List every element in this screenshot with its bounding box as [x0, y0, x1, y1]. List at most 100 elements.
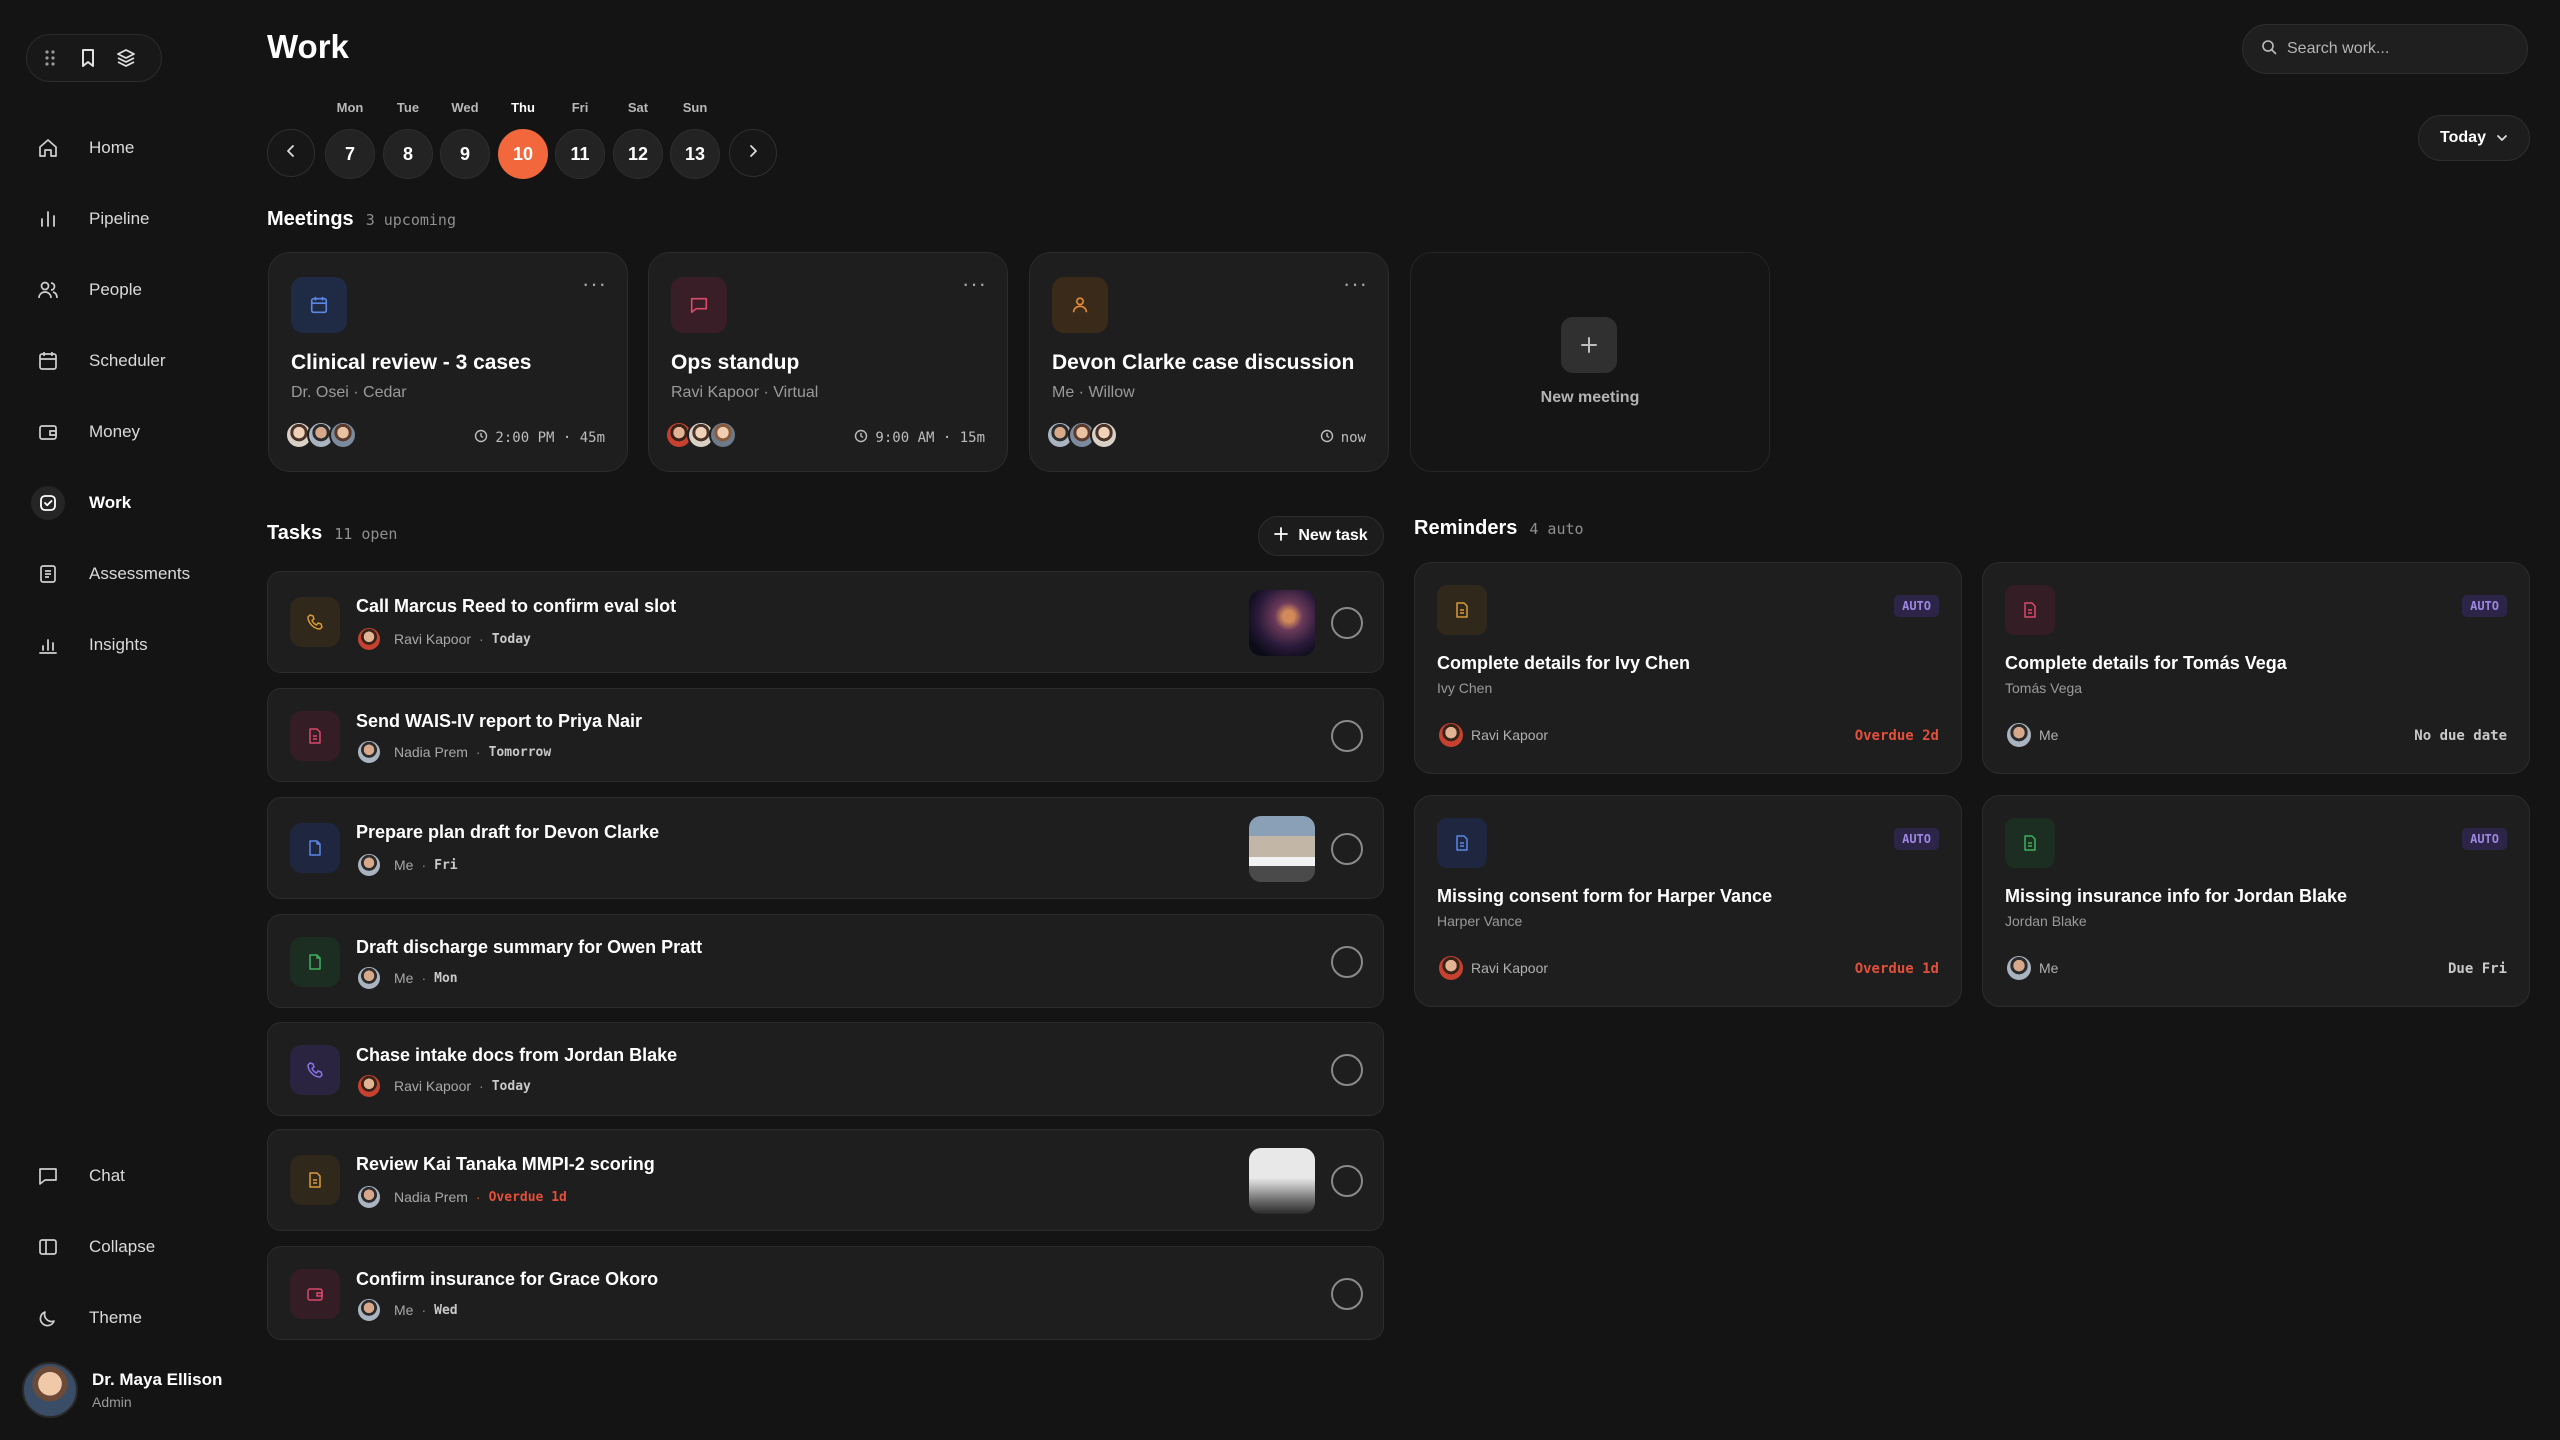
section-title: Tasks — [267, 522, 323, 544]
separator: · — [479, 1078, 484, 1094]
document-icon — [31, 557, 65, 591]
meeting-card[interactable]: ··· Devon Clarke case discussion Me · Wi… — [1029, 252, 1389, 472]
task-row[interactable]: Send WAIS-IV report to Priya Nair Nadia … — [267, 688, 1384, 782]
sidebar-item-label: Home — [89, 138, 135, 157]
sidebar-item-label: Collapse — [89, 1237, 156, 1256]
day-tue[interactable]: Tue 8 — [383, 98, 433, 179]
sidebar-item-people[interactable]: People — [22, 262, 232, 318]
task-row[interactable]: Call Marcus Reed to confirm eval slot Ra… — [267, 571, 1384, 673]
task-owner: Me — [394, 970, 414, 986]
day-label: Sun — [682, 100, 708, 115]
new-meeting-label: New meeting — [1540, 389, 1640, 406]
task-complete-checkbox[interactable] — [1331, 720, 1363, 752]
task-row[interactable]: Review Kai Tanaka MMPI-2 scoring Nadia P… — [267, 1129, 1384, 1231]
prev-week-button[interactable] — [267, 129, 315, 177]
more-options-icon[interactable]: ··· — [1343, 271, 1368, 297]
sidebar: Home Pipeline People Scheduler Money Wor… — [0, 0, 240, 1440]
document-icon — [290, 1155, 340, 1205]
meeting-card[interactable]: ··· Clinical review - 3 cases Dr. Osei ·… — [268, 252, 628, 472]
avatar — [356, 626, 382, 652]
next-week-button[interactable] — [729, 129, 777, 177]
sidebar-item-insights[interactable]: Insights — [22, 617, 232, 673]
day-wed[interactable]: Wed 9 — [440, 98, 490, 179]
sidebar-item-pipeline[interactable]: Pipeline — [22, 191, 232, 247]
day-number: 7 — [325, 129, 375, 179]
search-box[interactable] — [2242, 24, 2528, 74]
document-icon — [2005, 818, 2055, 868]
day-sun[interactable]: Sun 13 — [670, 98, 720, 179]
chevron-down-icon — [2496, 129, 2508, 147]
reminders-header: Reminders 4 auto — [1414, 517, 1584, 540]
reminder-card[interactable]: AUTO Missing insurance info for Jordan B… — [1982, 795, 2530, 1007]
more-options-icon[interactable]: ··· — [962, 271, 987, 297]
auto-badge: AUTO — [1894, 595, 1939, 617]
day-label: Sat — [627, 100, 649, 115]
new-meeting-card[interactable]: New meeting — [1410, 252, 1770, 472]
more-options-icon[interactable]: ··· — [582, 271, 607, 297]
chevron-left-icon — [286, 144, 296, 163]
sidebar-icon — [31, 1230, 65, 1264]
day-mon[interactable]: Mon 7 — [325, 98, 375, 179]
task-row[interactable]: Prepare plan draft for Devon Clarke Me ·… — [267, 797, 1384, 899]
reminder-title: Complete details for Ivy Chen — [1437, 653, 1691, 673]
new-task-button[interactable]: New task — [1258, 516, 1384, 556]
task-complete-checkbox[interactable] — [1331, 833, 1363, 865]
attendee-avatars — [665, 421, 737, 449]
avatar — [2005, 721, 2033, 749]
day-label: Tue — [396, 100, 420, 115]
search-input[interactable] — [2287, 40, 2507, 58]
task-complete-checkbox[interactable] — [1331, 1278, 1363, 1310]
reminder-owner: Me — [2005, 721, 2058, 749]
user-profile[interactable]: Dr. Maya Ellison Admin — [22, 1362, 222, 1418]
reminder-owner-name: Me — [2039, 727, 2059, 743]
day-fri[interactable]: Fri 11 — [555, 98, 605, 179]
day-sat[interactable]: Sat 12 — [613, 98, 663, 179]
reminder-card[interactable]: AUTO Missing consent form for Harper Van… — [1414, 795, 1962, 1007]
task-complete-checkbox[interactable] — [1331, 1165, 1363, 1197]
task-title: Chase intake docs from Jordan Blake — [356, 1045, 678, 1065]
layers-icon[interactable] — [111, 43, 141, 73]
task-complete-checkbox[interactable] — [1331, 946, 1363, 978]
bar-chart-icon — [31, 202, 65, 236]
separator: · — [479, 631, 484, 647]
task-complete-checkbox[interactable] — [1331, 607, 1363, 639]
task-meta: Me · Wed — [356, 1297, 458, 1323]
sidebar-item-label: Work — [89, 493, 132, 512]
sidebar-item-money[interactable]: Money — [22, 404, 232, 460]
sidebar-item-chat[interactable]: Chat — [22, 1148, 232, 1204]
people-icon — [31, 273, 65, 307]
today-dropdown[interactable]: Today — [2418, 115, 2530, 161]
reminder-subject: Tomás Vega — [2005, 680, 2083, 696]
meeting-title: Ops standup — [671, 351, 800, 374]
sidebar-item-collapse[interactable]: Collapse — [22, 1219, 232, 1275]
sidebar-toolbar — [26, 34, 162, 82]
task-due: Overdue 1d — [488, 1189, 567, 1205]
sidebar-item-work[interactable]: Work — [22, 475, 232, 531]
task-meta: Me · Mon — [356, 965, 458, 991]
separator: · — [475, 1189, 481, 1205]
avatar — [709, 421, 737, 449]
task-row[interactable]: Draft discharge summary for Owen Pratt M… — [267, 914, 1384, 1008]
section-title: Reminders — [1414, 517, 1518, 539]
document-icon — [1437, 818, 1487, 868]
task-complete-checkbox[interactable] — [1331, 1054, 1363, 1086]
reminder-card[interactable]: AUTO Complete details for Tomás Vega Tom… — [1982, 562, 2530, 774]
task-row[interactable]: Confirm insurance for Grace Okoro Me · W… — [267, 1246, 1384, 1340]
sidebar-item-scheduler[interactable]: Scheduler — [22, 333, 232, 389]
separator: · — [421, 857, 427, 873]
reminder-title: Missing insurance info for Jordan Blake — [2005, 886, 2348, 906]
chat-icon — [671, 277, 727, 333]
sidebar-item-label: Insights — [89, 635, 148, 654]
sidebar-item-assessments[interactable]: Assessments — [22, 546, 232, 602]
sidebar-item-home[interactable]: Home — [22, 120, 232, 176]
task-row[interactable]: Chase intake docs from Jordan Blake Ravi… — [267, 1022, 1384, 1116]
meeting-card[interactable]: ··· Ops standup Ravi Kapoor · Virtual 9:… — [648, 252, 1008, 472]
drag-handle-icon[interactable] — [35, 43, 65, 73]
avatar — [356, 739, 382, 765]
meeting-subtitle: Me · Willow — [1052, 384, 1135, 401]
sidebar-item-theme[interactable]: Theme — [22, 1290, 232, 1346]
reminder-card[interactable]: AUTO Complete details for Ivy Chen Ivy C… — [1414, 562, 1962, 774]
bookmark-icon[interactable] — [73, 43, 103, 73]
day-thu[interactable]: Thu 10 — [498, 98, 548, 179]
reminder-owner: Ravi Kapoor — [1437, 954, 1548, 982]
